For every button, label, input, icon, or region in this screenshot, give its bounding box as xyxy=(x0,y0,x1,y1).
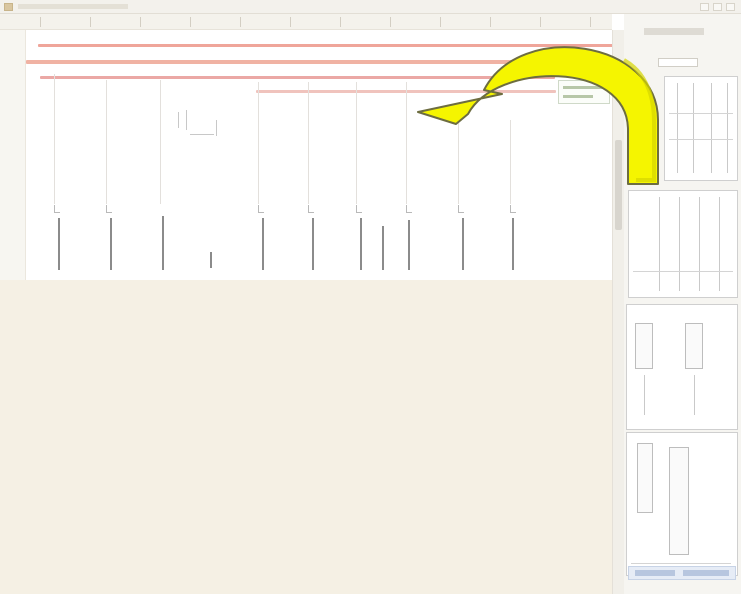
label-line xyxy=(563,86,603,89)
mini-block xyxy=(685,323,703,369)
ruler-tick xyxy=(290,17,291,27)
track-guide xyxy=(510,120,511,204)
track-marker[interactable] xyxy=(58,218,60,270)
track-marker[interactable] xyxy=(382,226,384,270)
track-guide xyxy=(458,120,459,204)
track-label xyxy=(406,205,412,213)
track-guide xyxy=(54,74,55,204)
app-icon xyxy=(4,3,13,11)
track-label xyxy=(510,205,516,213)
panel-card[interactable] xyxy=(626,432,738,576)
track-marker[interactable] xyxy=(462,218,464,270)
track-marker[interactable] xyxy=(110,218,112,270)
track-label xyxy=(308,205,314,213)
ruler-tick xyxy=(340,17,341,27)
track-marker[interactable] xyxy=(312,218,314,270)
ruler-tick xyxy=(40,17,41,27)
bar-label-box[interactable] xyxy=(558,80,610,104)
track-label xyxy=(54,205,60,213)
track-guide xyxy=(106,80,107,204)
track-header-gutter xyxy=(0,30,26,280)
footer-item xyxy=(635,570,675,576)
panel-footer[interactable] xyxy=(628,566,736,580)
track-marker[interactable] xyxy=(262,218,264,270)
panel-card[interactable] xyxy=(626,304,738,430)
vertical-scrollbar[interactable] xyxy=(612,30,624,594)
panel-card[interactable] xyxy=(628,190,738,298)
track-label xyxy=(458,205,464,213)
track-guide xyxy=(308,82,309,204)
timeline-canvas[interactable] xyxy=(26,30,632,280)
mini-block xyxy=(637,443,653,513)
track-label xyxy=(356,205,362,213)
maximize-icon[interactable] xyxy=(713,3,722,11)
track-label xyxy=(258,205,264,213)
track-marker[interactable] xyxy=(512,218,514,270)
timeline-ruler[interactable] xyxy=(0,14,612,30)
app-window xyxy=(0,0,741,594)
ruler-tick xyxy=(590,17,591,27)
label-line xyxy=(563,95,593,98)
mini-block xyxy=(635,323,653,369)
track-guide xyxy=(406,82,407,204)
title-bar xyxy=(0,0,741,14)
ruler-tick xyxy=(90,17,91,27)
empty-workspace xyxy=(0,280,612,594)
track-marker[interactable] xyxy=(408,220,410,270)
track-guide xyxy=(160,80,161,204)
track-marker[interactable] xyxy=(162,216,164,270)
footer-item xyxy=(683,570,729,576)
sketch-mark xyxy=(176,108,236,146)
ruler-tick xyxy=(140,17,141,27)
timeline-bar[interactable] xyxy=(26,60,632,64)
track-label xyxy=(106,205,112,213)
ruler-tick xyxy=(390,17,391,27)
timeline-bar[interactable] xyxy=(38,44,632,47)
scrollbar-thumb[interactable] xyxy=(615,140,622,230)
timeline-bar[interactable] xyxy=(40,76,555,79)
track-marker[interactable] xyxy=(360,218,362,270)
ruler-tick xyxy=(540,17,541,27)
panel-card[interactable] xyxy=(664,76,738,181)
ruler-tick xyxy=(490,17,491,27)
track-guide xyxy=(356,82,357,204)
window-title-placeholder xyxy=(18,4,128,9)
track-guide xyxy=(258,82,259,204)
close-icon[interactable] xyxy=(726,3,735,11)
mini-block xyxy=(669,447,689,555)
ruler-tick xyxy=(240,17,241,27)
panel-header xyxy=(644,28,704,35)
properties-panel xyxy=(624,14,741,594)
ruler-tick xyxy=(440,17,441,27)
minimize-icon[interactable] xyxy=(700,3,709,11)
panel-field[interactable] xyxy=(658,58,698,67)
track-marker[interactable] xyxy=(210,252,212,268)
ruler-tick xyxy=(190,17,191,27)
